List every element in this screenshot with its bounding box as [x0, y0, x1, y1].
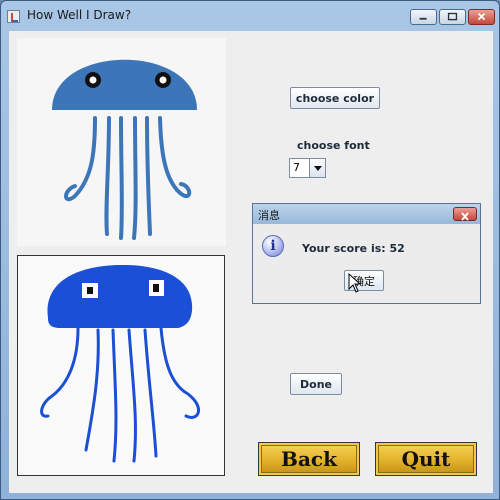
done-button[interactable]: Done — [290, 373, 342, 395]
close-icon — [477, 12, 486, 21]
dialog-message: Your score is: 52 — [302, 242, 405, 255]
reference-image — [17, 38, 226, 246]
font-size-value: 7 — [293, 161, 300, 174]
minimize-button[interactable] — [410, 9, 437, 25]
close-icon — [461, 212, 469, 221]
back-button[interactable]: Back — [258, 442, 360, 476]
dialog-title: 消息 — [258, 209, 280, 222]
drawing-canvas[interactable] — [17, 255, 225, 476]
java-app-icon — [7, 10, 20, 23]
quit-button[interactable]: Quit — [375, 442, 477, 476]
font-size-select[interactable]: 7 — [289, 158, 326, 178]
maximize-button[interactable] — [439, 9, 466, 25]
info-icon: i — [262, 235, 284, 257]
title-bar: How Well I Draw? — [1, 1, 499, 31]
minimize-icon — [419, 17, 427, 20]
reference-jellyfish-image — [52, 59, 197, 240]
message-dialog: 消息 i Your score is: 52 确定 — [252, 203, 481, 304]
choose-font-label: choose font — [297, 139, 370, 152]
dialog-title-bar: 消息 — [253, 204, 480, 224]
close-button[interactable] — [468, 9, 495, 25]
dialog-close-button[interactable] — [453, 207, 477, 221]
window-title: How Well I Draw? — [27, 8, 132, 22]
chevron-down-icon[interactable] — [309, 159, 325, 177]
content-pane: choose color choose font 7 消息 i Your sco… — [9, 31, 493, 493]
mouse-cursor-icon — [348, 273, 362, 293]
choose-color-button[interactable]: choose color — [290, 87, 380, 109]
maximize-icon — [447, 12, 458, 21]
main-window: How Well I Draw? choose color choose fon… — [0, 0, 500, 500]
user-drawing-jellyfish — [40, 264, 200, 463]
